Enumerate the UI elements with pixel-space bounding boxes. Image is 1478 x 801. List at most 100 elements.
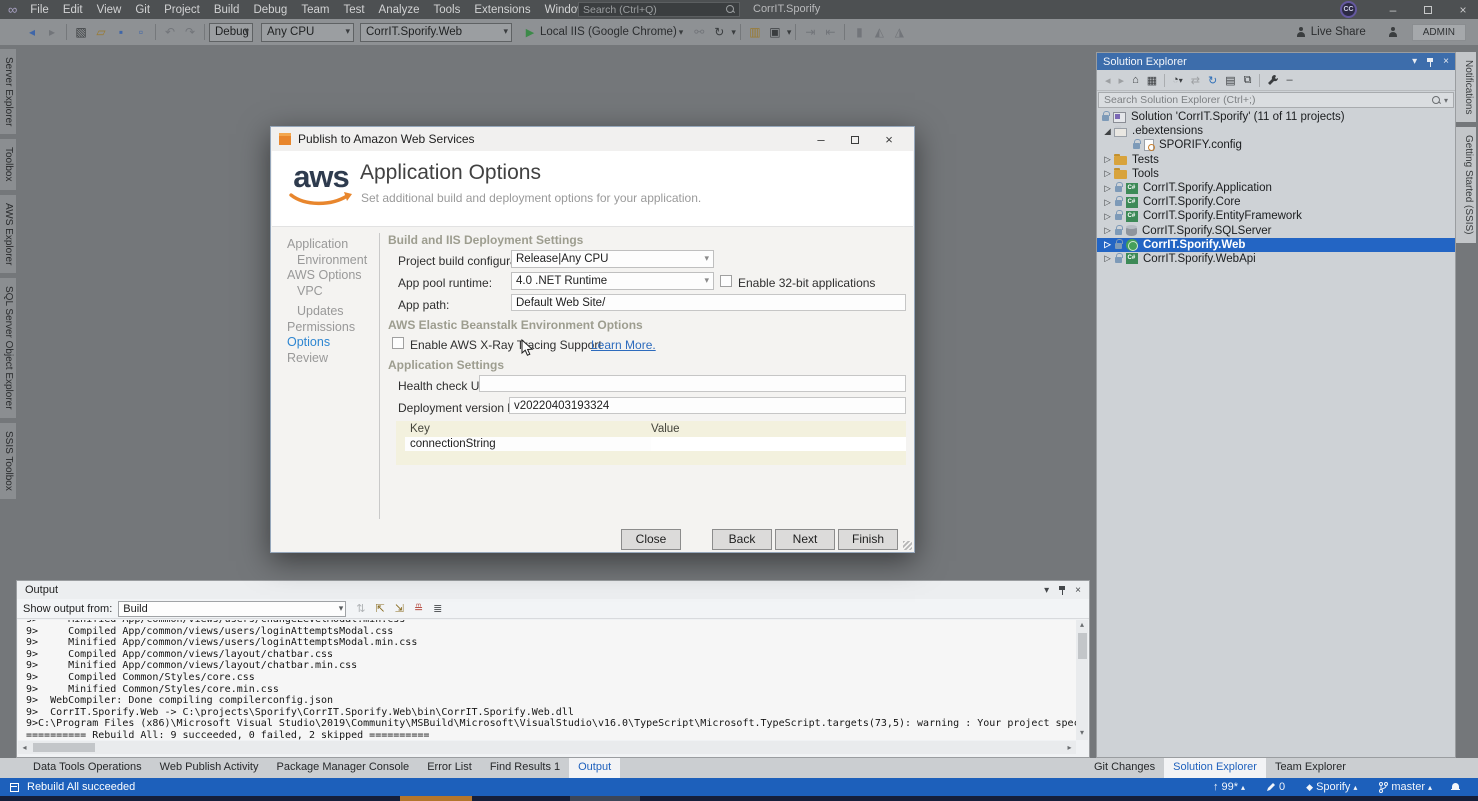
close-panel-icon[interactable]: × [1075,585,1081,596]
expand-icon[interactable]: ▷ [1101,239,1114,250]
dialog-nav-environment[interactable]: Environment [287,253,367,269]
tool-tab-ssis-toolbox[interactable]: SSIS Toolbox [0,423,16,499]
expand-icon[interactable]: ▷ [1101,168,1114,179]
health-check-input[interactable] [479,375,906,392]
tree-item-corrit-sporify-sqlserver[interactable]: ▷CorrIT.Sporify.SQLServer [1097,224,1455,238]
tree-item-sporify-config[interactable]: SPORIFY.config [1097,138,1455,152]
menu-test[interactable]: Test [336,2,371,18]
output-text-area[interactable]: 9> Minified App/common/views/users/chang… [18,620,1076,740]
tool-tab-sql-server-object-explorer[interactable]: SQL Server Object Explorer [0,278,16,418]
scroll-down-icon[interactable]: ▾ [1076,728,1088,740]
window-position-caret-icon[interactable]: ▾ [1044,585,1049,596]
solution-explorer-header[interactable]: Solution Explorer ▾ × [1097,53,1455,70]
solution-explorer-search[interactable]: Search Solution Explorer (Ctrl+;) ▾ [1098,92,1454,108]
open-file-icon[interactable]: ▱ [91,25,111,39]
learn-more-link[interactable]: Learn More. [591,338,656,352]
minimize-button[interactable]: – [1378,0,1408,19]
scroll-thumb-vertical[interactable] [1078,633,1087,659]
panel-tab-git-changes[interactable]: Git Changes [1085,758,1164,778]
dialog-maximize-button[interactable] [838,132,872,147]
pin-icon[interactable] [1426,57,1434,67]
panel-tab-solution-explorer[interactable]: Solution Explorer [1164,758,1266,778]
panel-tab-team-explorer[interactable]: Team Explorer [1266,758,1355,778]
dialog-nav-application[interactable]: Application [287,237,367,253]
output-source-dropdown[interactable]: Build [118,601,346,617]
resize-grip[interactable] [903,541,912,550]
panel-tab-error-list[interactable]: Error List [418,758,481,778]
table-row[interactable]: connectionString [396,437,906,451]
expand-icon[interactable]: ▷ [1101,225,1114,236]
menu-view[interactable]: View [90,2,129,18]
search-options-caret-icon[interactable]: ▾ [1444,96,1448,105]
maximize-button[interactable] [1413,0,1443,19]
menu-project[interactable]: Project [157,2,207,18]
tree-item-corrit-sporify-core[interactable]: ▷CorrIT.Sporify.Core [1097,195,1455,209]
repository-button[interactable]: ◆ Sporify ▴ [1306,781,1357,793]
output-vertical-scrollbar[interactable]: ▴ ▾ [1076,620,1088,740]
prev-message-icon[interactable]: ⇱ [376,602,385,615]
clear-all-icon[interactable]: ≞ [414,602,423,615]
show-all-files-icon[interactable]: ⧉ [1244,74,1252,87]
pin-icon[interactable] [1058,585,1066,595]
menu-file[interactable]: File [23,2,56,18]
dialog-close-button[interactable]: × [872,132,906,147]
menu-debug[interactable]: Debug [246,2,294,18]
panel-tab-find-results-1[interactable]: Find Results 1 [481,758,569,778]
menu-extensions[interactable]: Extensions [467,2,537,18]
close-panel-icon[interactable]: × [1443,56,1449,67]
dialog-nav-updates[interactable]: Updates [287,304,367,320]
menu-edit[interactable]: Edit [56,2,90,18]
bookmark-icon[interactable]: ▮ [849,25,869,39]
outgoing-commits-button[interactable]: ↑ 99* ▴ [1213,781,1245,793]
tree-item-corrit-sporify-web[interactable]: ▷CorrIT.Sporify.Web [1097,238,1455,252]
scroll-left-icon[interactable]: ◂ [18,743,31,752]
quick-search-box[interactable]: Search (Ctrl+Q) [578,2,740,17]
tree-item-ebextensions[interactable]: ◢.ebextensions [1097,124,1455,138]
dialog-minimize-button[interactable]: – [804,132,838,147]
live-share-label[interactable]: Live Share [1311,26,1366,38]
enable-32bit-checkbox[interactable] [720,275,732,287]
tree-item-corrit-sporify-entityframework[interactable]: ▷CorrIT.Sporify.EntityFramework [1097,209,1455,223]
home-icon[interactable]: ⌂ [1132,74,1139,86]
app-path-input[interactable] [511,294,906,311]
back-icon[interactable]: ◂ [1105,74,1111,87]
word-wrap-icon[interactable]: ≣ [433,602,442,615]
back-button[interactable]: Back [712,529,772,550]
expand-icon[interactable]: ▷ [1101,211,1114,222]
panel-tab-web-publish-activity[interactable]: Web Publish Activity [151,758,268,778]
collapse-icon[interactable]: ◢ [1101,126,1114,137]
dialog-title-bar[interactable]: Publish to Amazon Web Services – × [271,127,914,151]
expand-icon[interactable]: ▷ [1101,253,1114,264]
setting-value[interactable] [651,437,906,451]
build-config-dropdown[interactable]: Release|Any CPU [511,250,714,268]
solution-platform-dropdown[interactable]: Any CPU [261,23,354,42]
runtime-dropdown[interactable]: 4.0 .NET Runtime [511,272,714,290]
tree-item-corrit-sporify-application[interactable]: ▷CorrIT.Sporify.Application [1097,181,1455,195]
properties-wrench-icon[interactable] [1267,74,1279,86]
find-in-files-icon[interactable]: ▥ [745,25,765,39]
live-share-icon[interactable] [1296,27,1306,37]
tree-item-corrit-sporify-webapi[interactable]: ▷CorrIT.Sporify.WebApi [1097,252,1455,266]
next-bookmark-icon[interactable]: ◮ [889,25,909,39]
startup-project-dropdown[interactable]: CorrIT.Sporify.Web [360,23,512,42]
expand-icon[interactable]: ▷ [1101,183,1114,194]
redo-icon[interactable]: ↷ [180,25,200,39]
panel-tab-output[interactable]: Output [569,758,620,778]
prev-bookmark-icon[interactable]: ◭ [869,25,889,39]
expand-icon[interactable]: ▷ [1101,197,1114,208]
menu-team[interactable]: Team [294,2,336,18]
navigate-back-icon[interactable]: ◂ [22,25,42,39]
sync-active-document-icon[interactable]: ⇄ [1191,74,1200,87]
menu-tools[interactable]: Tools [426,2,467,18]
tree-item-tools[interactable]: ▷Tools [1097,167,1455,181]
tool-tab-getting-started-ssis[interactable]: Getting Started (SSIS) [1456,127,1476,243]
pending-changes-filter-icon[interactable]: ◔▾ [1172,74,1183,86]
tree-item-solution-corrit-sporify-11-of-11-projects[interactable]: Solution 'CorrIT.Sporify' (11 of 11 proj… [1097,110,1455,124]
scroll-up-icon[interactable]: ▴ [1076,620,1088,632]
undo-icon[interactable]: ↶ [160,25,180,39]
close-button[interactable]: Close [621,529,681,550]
tree-item-tests[interactable]: ▷Tests [1097,153,1455,167]
restart-icon[interactable]: ↻ [709,25,729,39]
forward-icon[interactable]: ▸ [1119,74,1125,87]
refresh-icon[interactable]: ↻ [1208,74,1217,87]
